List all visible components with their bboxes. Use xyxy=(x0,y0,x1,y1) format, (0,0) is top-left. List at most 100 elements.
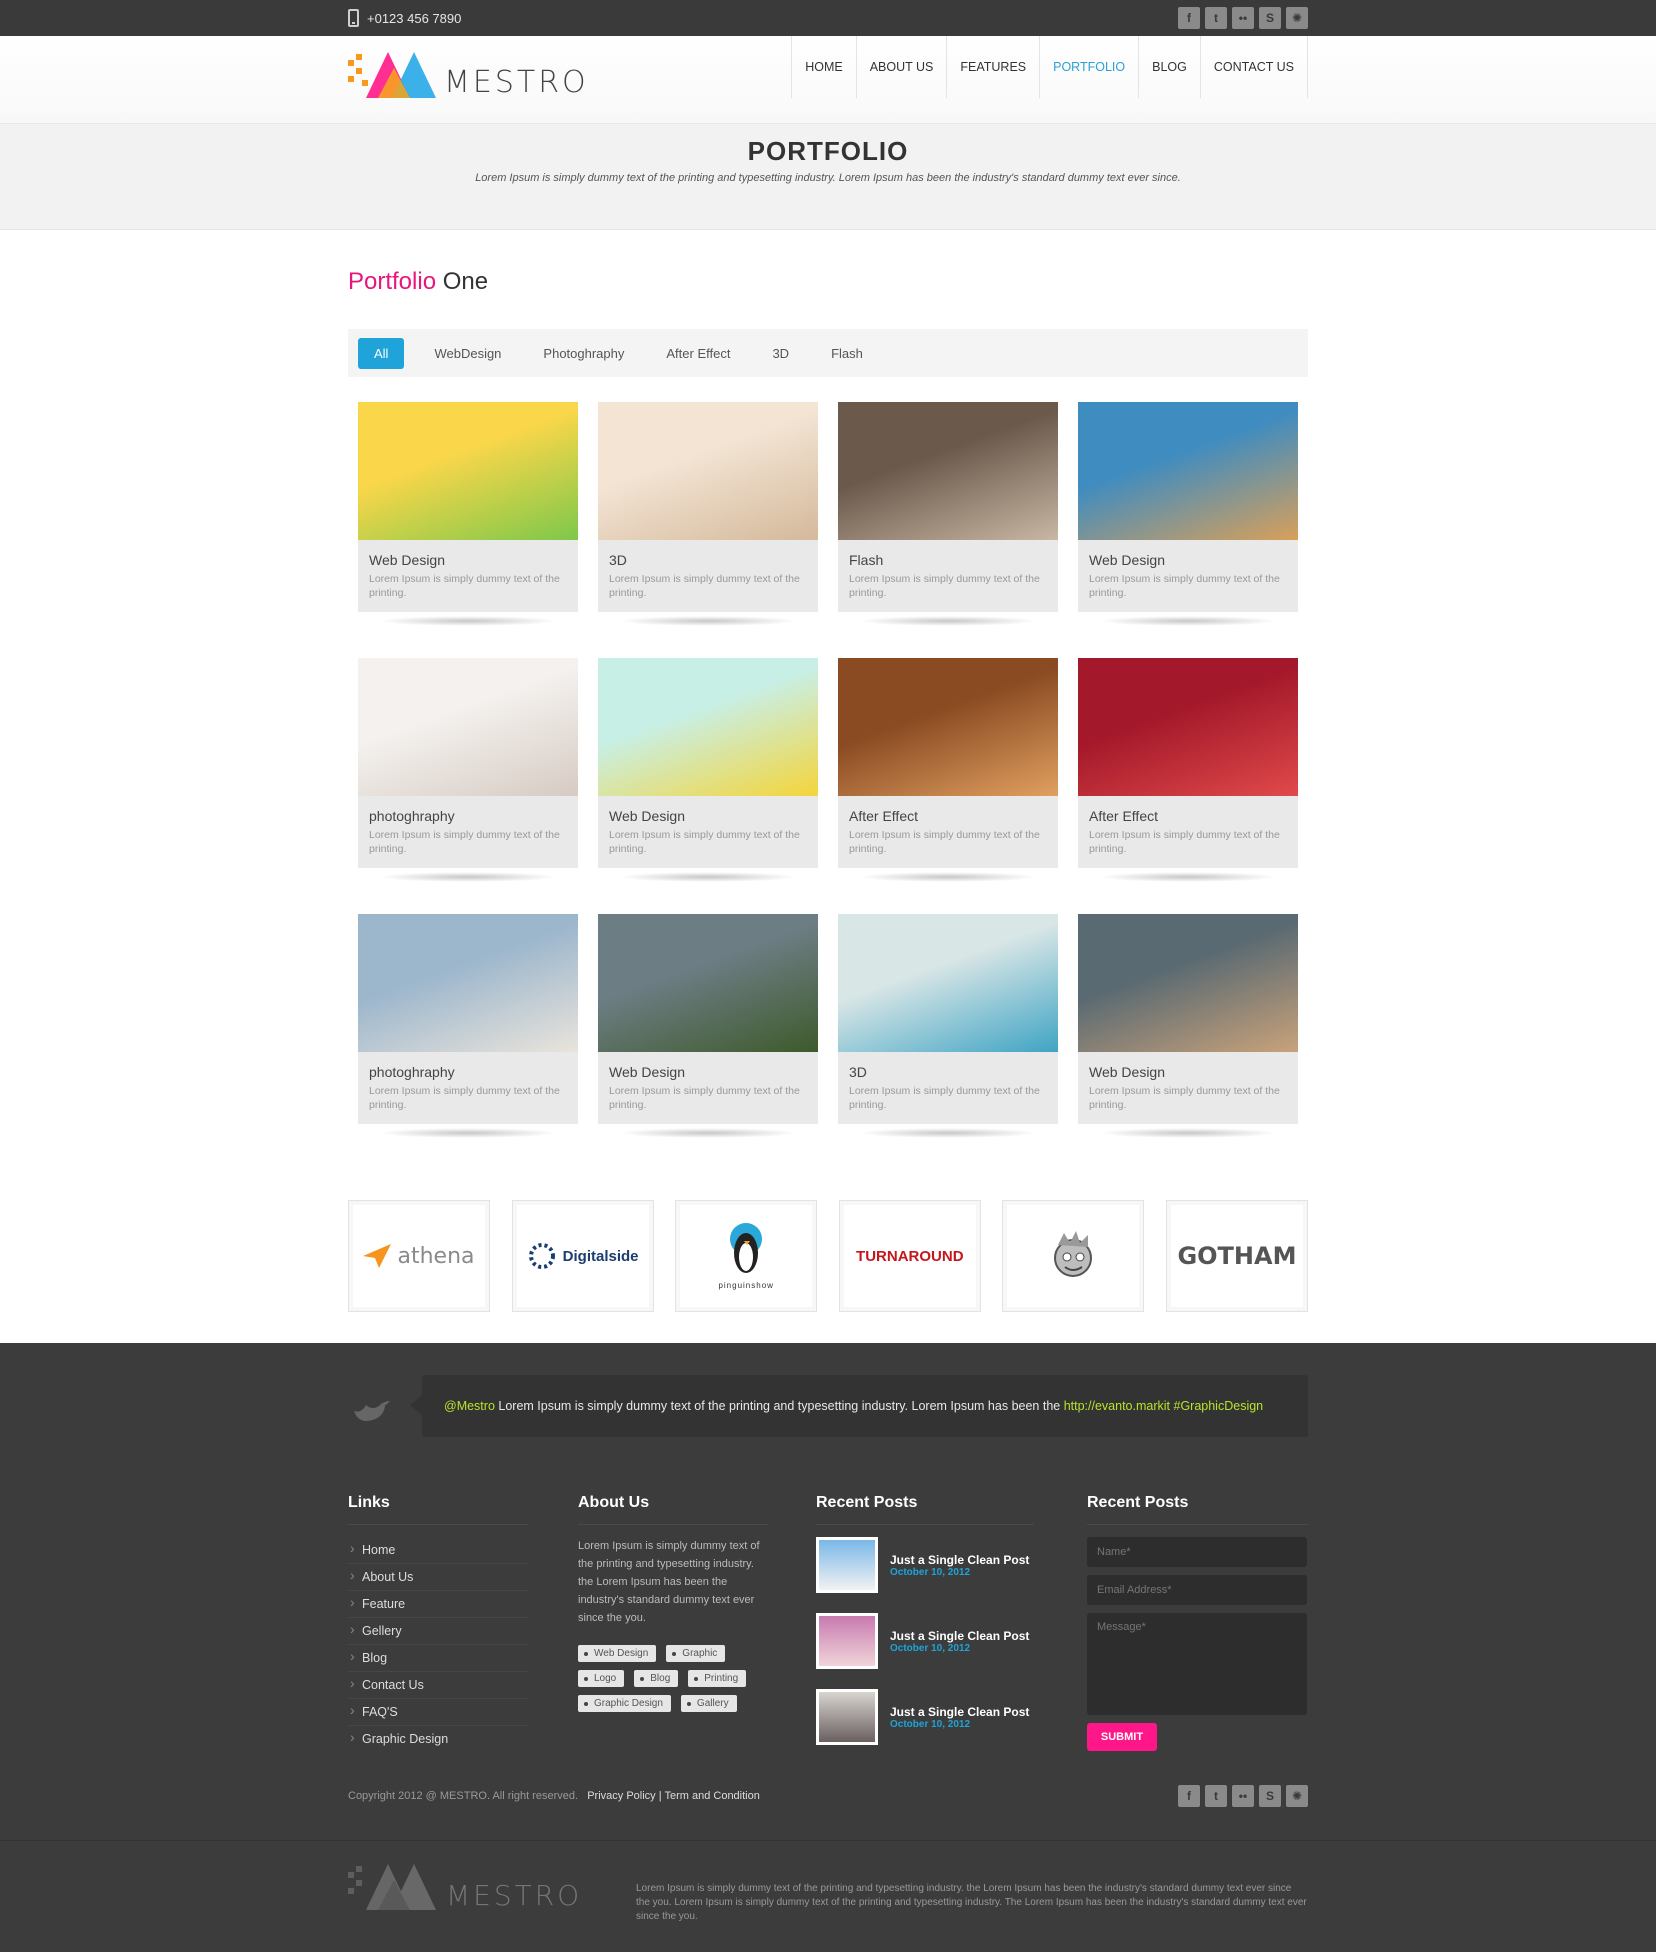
portfolio-thumbnail[interactable] xyxy=(598,658,818,796)
submit-button[interactable]: SUBMIT xyxy=(1087,1723,1157,1751)
twitter-icon[interactable]: t xyxy=(1205,1785,1227,1807)
recent-post[interactable]: Just a Single Clean Post October 10, 2012 xyxy=(816,1537,1034,1593)
skype-icon[interactable]: S xyxy=(1259,1785,1281,1807)
message-field[interactable] xyxy=(1087,1613,1307,1715)
recent-post[interactable]: Just a Single Clean Post October 10, 2012 xyxy=(816,1613,1034,1669)
name-field[interactable] xyxy=(1087,1537,1307,1567)
nav-contact-us[interactable]: CONTACT US xyxy=(1199,36,1308,98)
portfolio-thumbnail[interactable] xyxy=(358,658,578,796)
twitter-bird-icon xyxy=(354,1401,390,1421)
nav-features[interactable]: FEATURES xyxy=(946,36,1039,98)
tag[interactable]: Graphic Design xyxy=(578,1695,671,1712)
filter-all[interactable]: All xyxy=(358,337,405,369)
portfolio-item[interactable]: After Effect Lorem Ipsum is simply dummy … xyxy=(1078,658,1298,882)
portfolio-thumbnail[interactable] xyxy=(838,914,1058,1052)
tweet-link[interactable]: http://evanto.markit xyxy=(1064,1399,1170,1413)
portfolio-item[interactable]: Web Design Lorem Ipsum is simply dummy te… xyxy=(598,658,818,882)
portfolio-thumbnail[interactable] xyxy=(838,402,1058,540)
nav-about-us[interactable]: ABOUT US xyxy=(855,36,947,98)
portfolio-item[interactable]: Web Design Lorem Ipsum is simply dummy te… xyxy=(358,402,578,626)
footer-link-about-us[interactable]: About Us xyxy=(348,1564,528,1591)
footer-logo[interactable]: MESTRO xyxy=(348,1864,582,1914)
email-field[interactable] xyxy=(1087,1575,1307,1605)
portfolio-item[interactable]: 3D Lorem Ipsum is simply dummy text of th… xyxy=(838,914,1058,1138)
client-name: GOTHAM xyxy=(1177,1242,1297,1270)
tag[interactable]: Gallery xyxy=(680,1695,737,1712)
portfolio-thumbnail[interactable] xyxy=(358,914,578,1052)
footer-link-contact-us[interactable]: Contact Us xyxy=(348,1672,528,1699)
filter-webdesign[interactable]: WebDesign xyxy=(422,338,513,369)
portfolio-item[interactable]: 3D Lorem Ipsum is simply dummy text of th… xyxy=(598,402,818,626)
portfolio-item[interactable]: Web Design Lorem Ipsum is simply dummy te… xyxy=(1078,402,1298,626)
portfolio-item[interactable]: photoghraphy Lorem Ipsum is simply dummy … xyxy=(358,914,578,1138)
twitter-strip: @Mestro Lorem Ipsum is simply dummy text… xyxy=(0,1343,1656,1468)
tag[interactable]: Blog xyxy=(634,1670,679,1687)
tag[interactable]: Logo xyxy=(578,1670,625,1687)
filter-3d[interactable]: 3D xyxy=(760,338,801,369)
footer-link-graphic-design[interactable]: Graphic Design xyxy=(348,1726,528,1752)
portfolio-item[interactable]: Web Design Lorem Ipsum is simply dummy te… xyxy=(598,914,818,1138)
nav-blog[interactable]: BLOG xyxy=(1138,36,1200,98)
terms-link[interactable]: Term and Condition xyxy=(664,1790,759,1802)
phone-icon xyxy=(348,9,359,27)
recent-post-title[interactable]: Just a Single Clean Post xyxy=(890,1705,1029,1719)
dribbble-icon[interactable]: ✺ xyxy=(1286,7,1308,29)
recent-post[interactable]: Just a Single Clean Post October 10, 2012 xyxy=(816,1689,1034,1745)
section-title-rest: One xyxy=(436,268,489,295)
skype-icon[interactable]: S xyxy=(1259,7,1281,29)
recent-post-title[interactable]: Just a Single Clean Post xyxy=(890,1629,1029,1643)
recent-post-thumbnail[interactable] xyxy=(816,1613,878,1669)
portfolio-item[interactable]: Flash Lorem Ipsum is simply dummy text of… xyxy=(838,402,1058,626)
recent-post-title[interactable]: Just a Single Clean Post xyxy=(890,1553,1029,1567)
footer-link-feature[interactable]: Feature xyxy=(348,1591,528,1618)
recent-post-thumbnail[interactable] xyxy=(816,1689,878,1745)
portfolio-item-desc: Lorem Ipsum is simply dummy text of the … xyxy=(609,573,800,599)
tweet-hashtag[interactable]: #GraphicDesign xyxy=(1170,1399,1263,1413)
tag[interactable]: Web Design xyxy=(578,1645,657,1662)
filter-after-effect[interactable]: After Effect xyxy=(654,338,742,369)
dribbble-icon[interactable]: ✺ xyxy=(1286,1785,1308,1807)
client-logo-pinguinshow[interactable]: pinguinshow xyxy=(675,1200,818,1312)
flickr-icon[interactable]: •• xyxy=(1232,1785,1254,1807)
portfolio-item-title: photoghraphy xyxy=(369,1064,455,1080)
portfolio-item-desc: Lorem Ipsum is simply dummy text of the … xyxy=(1089,829,1280,855)
portfolio-item-title: 3D xyxy=(609,552,627,568)
facebook-icon[interactable]: f xyxy=(1178,7,1200,29)
client-logo-turnaround[interactable]: TURNAROUND xyxy=(838,1200,981,1312)
portfolio-item[interactable]: Web Design Lorem Ipsum is simply dummy te… xyxy=(1078,914,1298,1138)
portfolio-thumbnail[interactable] xyxy=(1078,658,1298,796)
tag[interactable]: Graphic xyxy=(666,1645,726,1662)
recent-post-thumbnail[interactable] xyxy=(816,1537,878,1593)
facebook-icon[interactable]: f xyxy=(1178,1785,1200,1807)
portfolio-grid: Web Design Lorem Ipsum is simply dummy te… xyxy=(358,402,1298,1138)
nav-home[interactable]: HOME xyxy=(791,36,856,98)
footer-link-home[interactable]: Home xyxy=(348,1537,528,1564)
portfolio-item[interactable]: After Effect Lorem Ipsum is simply dummy … xyxy=(838,658,1058,882)
portfolio-thumbnail[interactable] xyxy=(1078,914,1298,1052)
flickr-icon[interactable]: •• xyxy=(1232,7,1254,29)
client-logo-mascot[interactable] xyxy=(1002,1200,1145,1312)
portfolio-thumbnail[interactable] xyxy=(358,402,578,540)
footer-link-faq[interactable]: FAQ'S xyxy=(348,1699,528,1726)
portfolio-thumbnail[interactable] xyxy=(598,914,818,1052)
portfolio-thumbnail[interactable] xyxy=(1078,402,1298,540)
footer-link-blog[interactable]: Blog xyxy=(348,1645,528,1672)
portfolio-thumbnail[interactable] xyxy=(838,658,1058,796)
footer-about: About Us Lorem Ipsum is simply dummy tex… xyxy=(578,1494,768,1712)
footer-link-gallery[interactable]: Gellery xyxy=(348,1618,528,1645)
phone-number: +0123 456 7890 xyxy=(367,10,462,26)
site-logo[interactable]: MESTRO xyxy=(348,52,589,102)
nav-portfolio[interactable]: PORTFOLIO xyxy=(1039,36,1138,98)
privacy-policy-link[interactable]: Privacy Policy xyxy=(587,1790,655,1802)
filter-photography[interactable]: Photoghraphy xyxy=(531,338,636,369)
twitter-icon[interactable]: t xyxy=(1205,7,1227,29)
portfolio-thumbnail[interactable] xyxy=(598,402,818,540)
client-logo-gotham[interactable]: GOTHAM xyxy=(1165,1200,1308,1312)
portfolio-item[interactable]: photoghraphy Lorem Ipsum is simply dummy … xyxy=(358,658,578,882)
tag[interactable]: Printing xyxy=(688,1670,747,1687)
filter-flash[interactable]: Flash xyxy=(819,338,875,369)
page-subtitle: Lorem Ipsum is simply dummy text of the … xyxy=(475,172,1181,184)
tweet-handle[interactable]: @Mestro xyxy=(444,1399,495,1413)
client-logo-athena[interactable]: athena xyxy=(348,1200,490,1312)
client-logo-digitalside[interactable]: Digitalside xyxy=(511,1200,654,1312)
